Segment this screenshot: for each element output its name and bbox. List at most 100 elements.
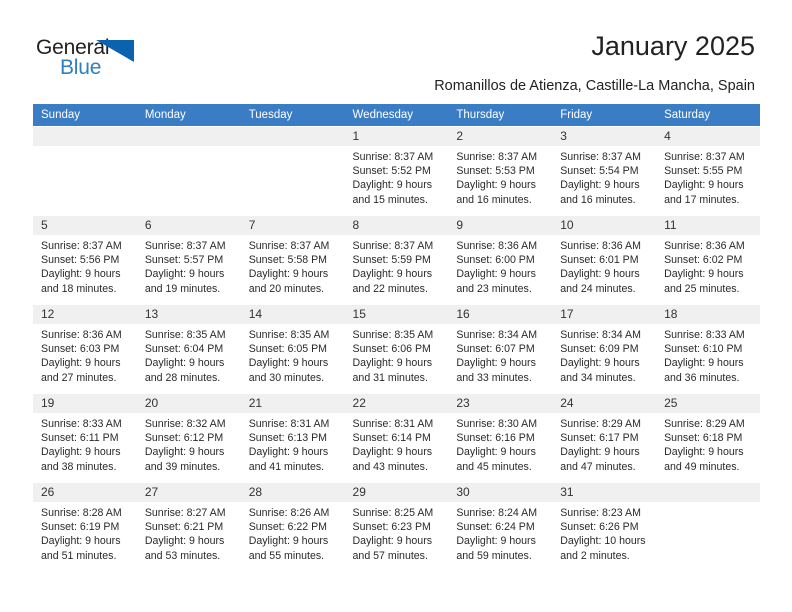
daylight-text-line1: Daylight: 9 hours (456, 535, 536, 548)
sunset-text: Sunset: 6:05 PM (248, 343, 328, 356)
calendar-day-cell[interactable]: 25 Sunrise: 8:29 AM Sunset: 6:18 PM Dayligh… (656, 393, 760, 483)
day-cell-inner: 17 Sunrise: 8:34 AM Sunset: 6:09 PM Dayligh… (552, 305, 657, 393)
sunset-text: Sunset: 6:02 PM (664, 254, 743, 267)
daylight-text-line1: Daylight: 9 hours (560, 268, 640, 281)
calendar-day-cell[interactable]: 11 Sunrise: 8:36 AM Sunset: 6:02 PM Dayligh… (656, 215, 760, 305)
day-number: 14 (240, 305, 345, 324)
calendar-day-cell[interactable]: 10 Sunrise: 8:36 AM Sunset: 6:01 PM Dayligh… (552, 215, 657, 305)
day-cell-inner: 5 Sunrise: 8:37 AM Sunset: 5:56 PM Daylight… (33, 216, 137, 304)
day-details: Sunrise: 8:34 AM Sunset: 6:09 PM Daylight:… (552, 324, 656, 385)
day-details: Sunrise: 8:27 AM Sunset: 6:21 PM Daylight:… (137, 502, 241, 563)
day-details: Sunrise: 8:36 AM Sunset: 6:00 PM Daylight:… (448, 235, 552, 296)
day-cell-inner (656, 483, 760, 571)
calendar-day-cell[interactable]: 16 Sunrise: 8:34 AM Sunset: 6:07 PM Dayligh… (448, 304, 553, 394)
calendar-day-cell[interactable]: 20 Sunrise: 8:32 AM Sunset: 6:12 PM Dayligh… (136, 393, 241, 483)
calendar-day-cell[interactable]: 14 Sunrise: 8:35 AM Sunset: 6:05 PM Dayligh… (240, 304, 345, 394)
calendar-day-cell[interactable]: 5 Sunrise: 8:37 AM Sunset: 5:56 PM Daylight… (33, 215, 137, 305)
day-details: Sunrise: 8:30 AM Sunset: 6:16 PM Daylight:… (448, 413, 552, 474)
sunrise-text: Sunrise: 8:35 AM (248, 329, 330, 341)
page-subtitle-location: Romanillos de Atienza, Castille-La Manch… (434, 78, 755, 94)
calendar-day-cell[interactable]: 18 Sunrise: 8:33 AM Sunset: 6:10 PM Dayligh… (656, 304, 760, 394)
day-details: Sunrise: 8:33 AM Sunset: 6:10 PM Daylight:… (656, 324, 760, 385)
day-number: 12 (33, 305, 137, 324)
calendar-day-cell[interactable]: 4 Sunrise: 8:37 AM Sunset: 5:55 PM Daylight… (656, 126, 760, 216)
calendar-day-cell[interactable]: 31 Sunrise: 8:23 AM Sunset: 6:26 PM Dayligh… (552, 482, 657, 571)
sunset-text: Sunset: 5:52 PM (352, 165, 431, 178)
day-number: 29 (344, 483, 449, 502)
calendar-day-cell[interactable]: 26 Sunrise: 8:28 AM Sunset: 6:19 PM Dayligh… (33, 482, 137, 571)
day-number: 7 (240, 216, 345, 235)
daylight-text-line2: and 22 minutes. (352, 282, 428, 295)
sunset-text: Sunset: 6:24 PM (456, 521, 535, 534)
daylight-text-line2: and 15 minutes. (352, 193, 428, 206)
day-number (33, 127, 137, 146)
calendar-day-cell[interactable]: 19 Sunrise: 8:33 AM Sunset: 6:11 PM Dayligh… (33, 393, 137, 483)
sunset-text: Sunset: 6:06 PM (352, 343, 431, 356)
sunrise-text: Sunrise: 8:32 AM (144, 418, 226, 430)
day-number: 16 (448, 305, 553, 324)
day-details: Sunrise: 8:35 AM Sunset: 6:04 PM Daylight:… (137, 324, 241, 385)
daylight-text-line2: and 27 minutes. (41, 371, 117, 384)
calendar-day-cell[interactable]: 9 Sunrise: 8:36 AM Sunset: 6:00 PM Daylight… (448, 215, 553, 305)
sunset-text: Sunset: 6:17 PM (560, 432, 639, 445)
daylight-text-line1: Daylight: 9 hours (41, 446, 121, 459)
day-cell-inner: 4 Sunrise: 8:37 AM Sunset: 5:55 PM Daylight… (656, 127, 760, 215)
calendar-day-cell[interactable]: 15 Sunrise: 8:35 AM Sunset: 6:06 PM Dayligh… (344, 304, 449, 394)
daylight-text-line1: Daylight: 9 hours (456, 446, 536, 459)
calendar-day-cell[interactable]: 29 Sunrise: 8:25 AM Sunset: 6:23 PM Dayligh… (344, 482, 449, 571)
sunrise-text: Sunrise: 8:23 AM (560, 507, 641, 519)
sunrise-text: Sunrise: 8:37 AM (352, 240, 434, 252)
calendar-day-cell[interactable]: 6 Sunrise: 8:37 AM Sunset: 5:57 PM Daylight… (136, 215, 241, 305)
daylight-text-line2: and 24 minutes. (560, 282, 636, 295)
day-details: Sunrise: 8:33 AM Sunset: 6:11 PM Daylight:… (33, 413, 137, 474)
calendar-day-cell[interactable]: 13 Sunrise: 8:35 AM Sunset: 6:04 PM Dayligh… (136, 304, 241, 394)
calendar-day-cell[interactable]: 12 Sunrise: 8:36 AM Sunset: 6:03 PM Dayligh… (33, 304, 137, 394)
calendar-day-cell[interactable]: 23 Sunrise: 8:30 AM Sunset: 6:16 PM Dayligh… (448, 393, 553, 483)
sunset-text: Sunset: 5:55 PM (664, 165, 743, 178)
sunset-text: Sunset: 6:26 PM (560, 521, 639, 534)
calendar-day-cell[interactable]: 27 Sunrise: 8:27 AM Sunset: 6:21 PM Dayligh… (136, 482, 241, 571)
day-details: Sunrise: 8:36 AM Sunset: 6:02 PM Daylight:… (656, 235, 760, 296)
sunrise-text: Sunrise: 8:37 AM (144, 240, 226, 252)
daylight-text-line1: Daylight: 9 hours (352, 268, 433, 281)
daylight-text-line2: and 41 minutes. (248, 460, 325, 473)
calendar-day-cell[interactable]: 22 Sunrise: 8:31 AM Sunset: 6:14 PM Dayligh… (344, 393, 449, 483)
calendar-day-cell[interactable]: 28 Sunrise: 8:26 AM Sunset: 6:22 PM Dayligh… (240, 482, 345, 571)
weekday-header-wednesday: Wednesday (344, 104, 449, 127)
calendar-day-cell[interactable]: 8 Sunrise: 8:37 AM Sunset: 5:59 PM Daylight… (344, 215, 449, 305)
general-blue-logo[interactable]: General Blue (36, 36, 166, 84)
daylight-text-line2: and 17 minutes. (664, 193, 740, 206)
sunrise-text: Sunrise: 8:26 AM (248, 507, 330, 519)
calendar-day-cell[interactable]: 7 Sunrise: 8:37 AM Sunset: 5:58 PM Daylight… (240, 215, 345, 305)
day-cell-inner: 7 Sunrise: 8:37 AM Sunset: 5:58 PM Daylight… (240, 216, 345, 304)
calendar-day-cell[interactable]: 30 Sunrise: 8:24 AM Sunset: 6:24 PM Dayligh… (448, 482, 553, 571)
daylight-text-line2: and 45 minutes. (456, 460, 532, 473)
day-cell-inner: 16 Sunrise: 8:34 AM Sunset: 6:07 PM Dayligh… (448, 305, 553, 393)
sunset-text: Sunset: 6:03 PM (41, 343, 120, 356)
day-cell-inner (240, 127, 345, 215)
calendar-day-cell[interactable]: 3 Sunrise: 8:37 AM Sunset: 5:54 PM Daylight… (552, 126, 657, 216)
calendar-empty-cell (240, 126, 345, 216)
weekday-header-saturday: Saturday (656, 104, 760, 127)
day-number: 8 (344, 216, 449, 235)
day-cell-inner: 12 Sunrise: 8:36 AM Sunset: 6:03 PM Dayligh… (33, 305, 137, 393)
calendar-day-cell[interactable]: 1 Sunrise: 8:37 AM Sunset: 5:52 PM Daylight… (344, 126, 449, 216)
sunset-text: Sunset: 6:21 PM (144, 521, 224, 534)
daylight-text-line1: Daylight: 9 hours (352, 357, 433, 370)
weekday-header-row: Sunday Monday Tuesday Wednesday Thursday Frid… (33, 104, 760, 127)
calendar-empty-cell (33, 126, 137, 216)
day-number: 26 (33, 483, 137, 502)
sunrise-text: Sunrise: 8:33 AM (41, 418, 122, 430)
calendar-day-cell[interactable]: 24 Sunrise: 8:29 AM Sunset: 6:17 PM Dayligh… (552, 393, 657, 483)
daylight-text-line1: Daylight: 9 hours (664, 179, 744, 192)
calendar-day-cell[interactable]: 2 Sunrise: 8:37 AM Sunset: 5:53 PM Daylight… (448, 126, 553, 216)
sunset-text: Sunset: 5:57 PM (144, 254, 224, 267)
daylight-text-line1: Daylight: 9 hours (456, 268, 536, 281)
day-cell-inner: 20 Sunrise: 8:32 AM Sunset: 6:12 PM Dayligh… (136, 394, 241, 482)
day-details: Sunrise: 8:37 AM Sunset: 5:58 PM Daylight:… (241, 235, 345, 296)
calendar-day-cell[interactable]: 21 Sunrise: 8:31 AM Sunset: 6:13 PM Dayligh… (240, 393, 345, 483)
weekday-header-friday: Friday (552, 104, 657, 127)
day-cell-inner: 2 Sunrise: 8:37 AM Sunset: 5:53 PM Daylight… (448, 127, 553, 215)
calendar-day-cell[interactable]: 17 Sunrise: 8:34 AM Sunset: 6:09 PM Dayligh… (552, 304, 657, 394)
sunset-text: Sunset: 6:22 PM (248, 521, 328, 534)
